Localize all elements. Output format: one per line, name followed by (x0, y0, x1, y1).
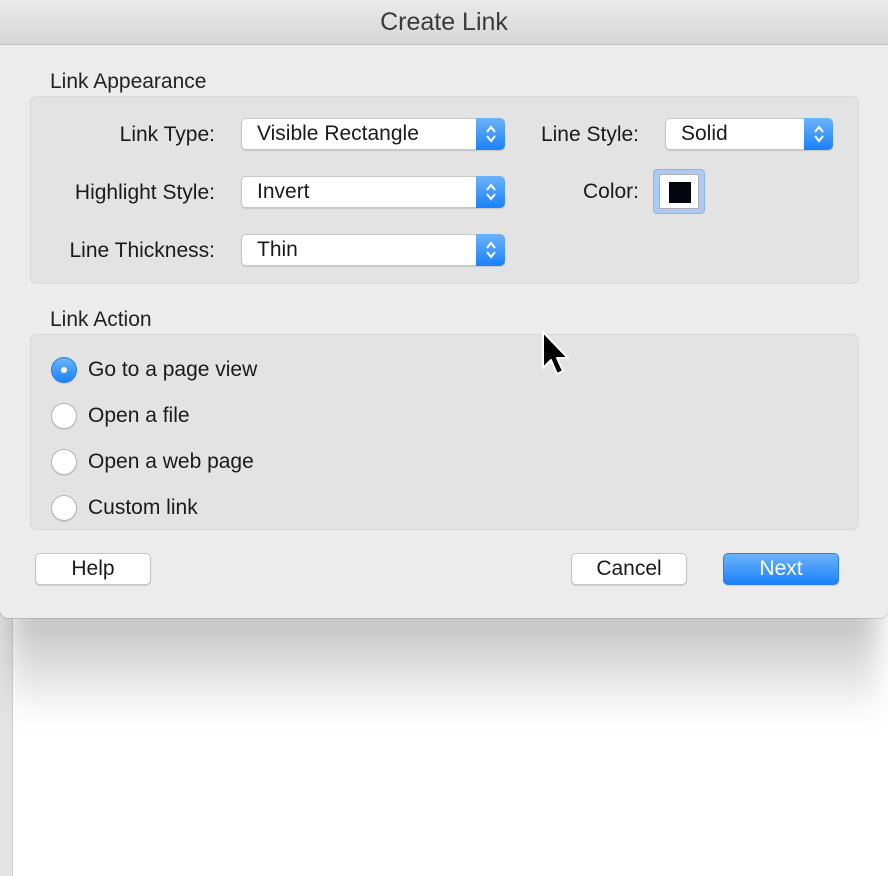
radio-label: Custom link (88, 496, 198, 519)
line-thickness-value: Thin (257, 238, 298, 261)
highlight-style-label: Highlight Style: (74, 181, 215, 204)
color-well-frame (659, 174, 699, 209)
radio-label: Open a web page (88, 450, 254, 473)
line-style-value: Solid (681, 122, 728, 145)
link-type-label: Link Type: (119, 123, 215, 146)
up-down-chevron-icon (476, 176, 505, 208)
create-link-dialog: Create Link Link Appearance Link Type: V… (0, 0, 888, 618)
radio-option-open-file[interactable]: Open a file (51, 401, 190, 431)
up-down-chevron-icon (476, 118, 505, 150)
highlight-style-value: Invert (257, 180, 310, 203)
next-button[interactable]: Next (723, 553, 839, 585)
line-style-popup[interactable]: Solid (665, 118, 833, 150)
radio-label: Go to a page view (88, 358, 258, 381)
radio-button[interactable] (51, 495, 77, 521)
cancel-button[interactable]: Cancel (571, 553, 687, 585)
radio-option-custom-link[interactable]: Custom link (51, 493, 198, 523)
arrow-cursor-icon (540, 330, 570, 383)
radio-label: Open a file (88, 404, 190, 427)
radio-button[interactable] (51, 449, 77, 475)
up-down-chevron-icon (476, 234, 505, 266)
line-thickness-label: Line Thickness: (69, 239, 215, 262)
up-down-chevron-icon (804, 118, 833, 150)
radio-option-web-page[interactable]: Open a web page (51, 447, 254, 477)
help-button[interactable]: Help (35, 553, 151, 585)
link-type-value: Visible Rectangle (257, 122, 419, 145)
highlight-style-popup[interactable]: Invert (241, 176, 505, 208)
link-appearance-heading: Link Appearance (50, 70, 207, 93)
radio-button[interactable] (51, 403, 77, 429)
link-action-heading: Link Action (50, 308, 152, 331)
color-label: Color: (582, 180, 639, 203)
dialog-title: Create Link (380, 7, 508, 36)
color-well[interactable] (653, 169, 705, 214)
radio-button-checked[interactable] (51, 357, 77, 383)
dialog-shadow (10, 600, 878, 720)
line-style-label: Line Style: (540, 123, 639, 146)
dialog-titlebar[interactable]: Create Link (0, 0, 888, 45)
radio-option-page-view[interactable]: Go to a page view (51, 355, 257, 385)
link-type-popup[interactable]: Visible Rectangle (241, 118, 505, 150)
color-swatch (669, 182, 691, 203)
line-thickness-popup[interactable]: Thin (241, 234, 505, 266)
